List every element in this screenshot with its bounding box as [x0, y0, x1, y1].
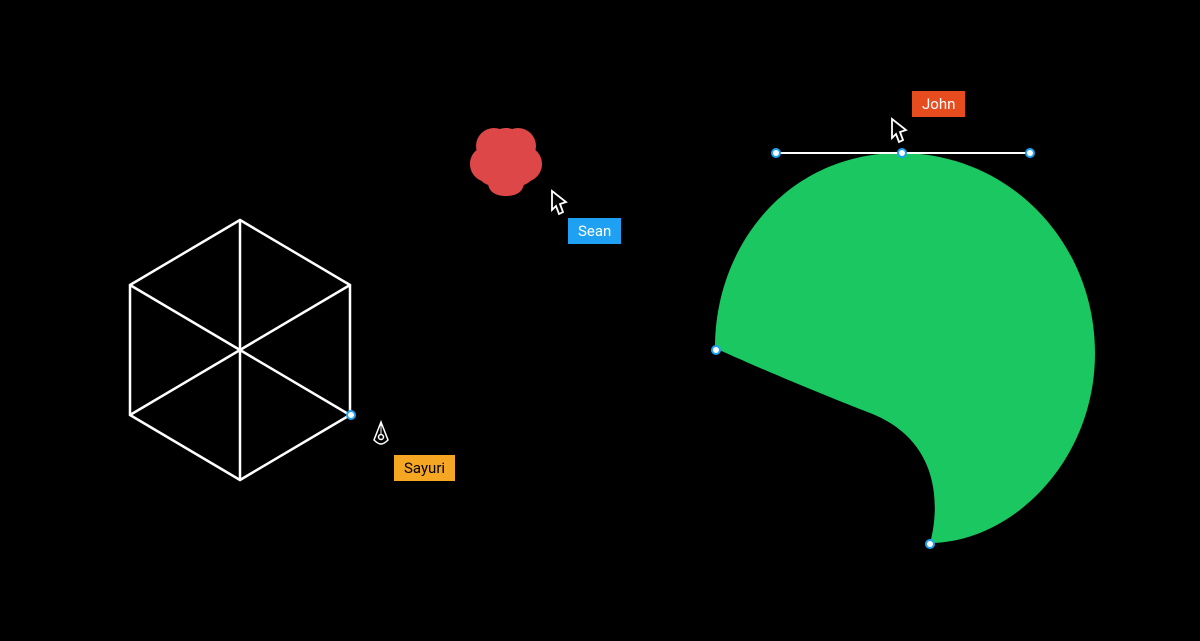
vector-handle[interactable] — [346, 410, 356, 420]
vector-handle[interactable] — [1025, 148, 1035, 158]
vector-handle[interactable] — [897, 148, 907, 158]
canvas[interactable]: Sayuri Sean John — [0, 0, 1200, 641]
cursor-icon — [548, 188, 570, 216]
pen-tool-icon — [370, 420, 392, 450]
collaborator-label-john: John — [912, 91, 965, 117]
cursor-icon — [888, 116, 910, 144]
hexagon-shape[interactable] — [120, 210, 360, 490]
vector-handle[interactable] — [771, 148, 781, 158]
flower-shape[interactable] — [466, 116, 546, 196]
vector-handle[interactable] — [711, 345, 721, 355]
blob-shape[interactable] — [700, 148, 1100, 548]
vector-handle[interactable] — [925, 539, 935, 549]
collaborator-label-sean: Sean — [568, 218, 621, 244]
collaborator-label-sayuri: Sayuri — [394, 455, 455, 481]
